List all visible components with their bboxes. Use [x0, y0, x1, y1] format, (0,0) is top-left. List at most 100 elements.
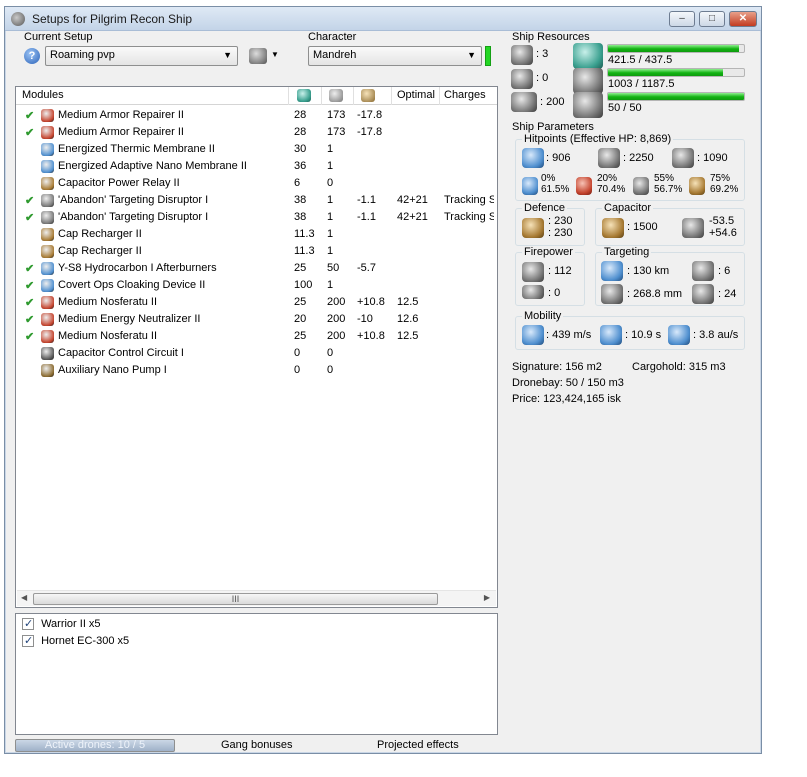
- ship-tools-icon: [249, 48, 267, 64]
- module-row[interactable]: ✔ Y-S8 Hydrocarbon I Afterburners 25 50 -5.7: [16, 260, 497, 277]
- chevron-down-icon: ▼: [271, 50, 279, 59]
- module-row[interactable]: ✔ 'Abandon' Targeting Disruptor I 38 1 -1.1 4…: [16, 192, 497, 209]
- module-powergrid: 1: [327, 194, 334, 206]
- armor-icon: [598, 148, 620, 168]
- drone-item[interactable]: Hornet EC-300 x5: [22, 634, 129, 648]
- character-status-indicator: [485, 46, 491, 66]
- signature-value: Signature: 156 m2: [512, 361, 602, 373]
- align-time: : 10.9 s: [625, 329, 662, 341]
- align-time-icon: [600, 325, 622, 345]
- column-charges[interactable]: Charges: [444, 89, 486, 103]
- character-select-value: Mandreh: [313, 49, 357, 61]
- module-capacitor: -10: [357, 313, 373, 325]
- module-row[interactable]: ✔ 'Abandon' Targeting Disruptor I 38 1 -1.1 4…: [16, 209, 497, 226]
- module-icon: [41, 296, 54, 309]
- character-select[interactable]: Mandreh ▼: [308, 46, 482, 66]
- hitpoints-group: Hitpoints (Effective HP: 8,869) : 906 : …: [515, 133, 745, 201]
- kinetic-resist-icon: [633, 177, 649, 195]
- scan-resolution: : 268.8 mm: [627, 288, 683, 300]
- fitted-check-icon: ✔: [25, 212, 35, 224]
- scroll-left-icon[interactable]: ◀: [21, 593, 27, 602]
- gang-bonuses-link[interactable]: Gang bonuses: [221, 739, 293, 751]
- active-drones-bar: Active drones: 10 / 5: [15, 739, 175, 752]
- turret-dps-icon: [522, 262, 544, 282]
- column-powergrid-icon[interactable]: [329, 89, 343, 102]
- help-icon[interactable]: ?: [24, 48, 40, 64]
- fitted-check-icon: ✔: [25, 297, 35, 309]
- drone-item[interactable]: Warrior II x5: [22, 617, 101, 631]
- scroll-right-icon[interactable]: ▶: [484, 593, 490, 602]
- drones-list[interactable]: Warrior II x5 Hornet EC-300 x5: [15, 613, 498, 735]
- module-icon: [41, 313, 54, 326]
- module-capacitor: -17.8: [357, 126, 383, 138]
- close-button[interactable]: ✕: [729, 11, 757, 27]
- setup-select[interactable]: Roaming pvp ▼: [45, 46, 238, 66]
- price-value: Price: 123,424,165 isk: [512, 393, 621, 405]
- cpu-bar-fill: [608, 45, 739, 52]
- module-row[interactable]: ✔ Medium Nosferatu II 25 200 +10.8 12.5: [16, 294, 497, 311]
- module-name: Medium Armor Repairer II: [58, 109, 184, 121]
- module-row[interactable]: ✔ Covert Ops Cloaking Device II 100 1: [16, 277, 497, 294]
- thermal-resist-b: 70.4%: [597, 184, 626, 195]
- maximize-button[interactable]: □: [699, 11, 725, 27]
- module-powergrid: 0: [327, 177, 334, 189]
- module-cpu: 28: [294, 126, 307, 138]
- mobility-title: Mobility: [522, 310, 564, 322]
- fitted-check-icon: ✔: [25, 314, 35, 326]
- module-name: Capacitor Control Circuit I: [58, 347, 184, 359]
- modules-list[interactable]: Modules Optimal Charges ✔ Medium Armor Re…: [15, 86, 498, 608]
- module-row[interactable]: Energized Adaptive Nano Membrane II 36 1: [16, 158, 497, 175]
- title-bar[interactable]: Setups for Pilgrim Recon Ship – □ ✕: [5, 7, 761, 31]
- module-cpu: 11.3: [294, 228, 315, 240]
- max-targets: : 6: [718, 265, 731, 277]
- module-row[interactable]: ✔ Medium Nosferatu II 25 200 +10.8 12.5: [16, 328, 497, 345]
- defence-group: Defence : 230 : 230: [515, 202, 585, 246]
- drone-checkbox[interactable]: [22, 617, 34, 631]
- projected-effects-link[interactable]: Projected effects: [377, 739, 459, 751]
- column-cpu-icon[interactable]: [297, 89, 311, 102]
- module-row[interactable]: Cap Recharger II 11.3 1: [16, 226, 497, 243]
- module-name: Cap Recharger II: [58, 245, 142, 257]
- module-cpu: 6: [294, 177, 301, 189]
- module-cpu: 28: [294, 109, 307, 121]
- module-powergrid: 173: [327, 126, 346, 138]
- module-row[interactable]: Capacitor Control Circuit I 0 0: [16, 345, 497, 362]
- column-modules[interactable]: Modules: [22, 89, 64, 103]
- module-row[interactable]: Cap Recharger II 11.3 1: [16, 243, 497, 260]
- column-capacitor-icon[interactable]: [361, 89, 375, 102]
- module-icon: [41, 143, 54, 156]
- capacitor-recharge: +54.6: [709, 227, 737, 239]
- module-cpu: 25: [294, 262, 307, 274]
- module-row[interactable]: Auxiliary Nano Pump I 0 0: [16, 362, 497, 379]
- module-name: Energized Thermic Membrane II: [58, 143, 215, 155]
- module-capacitor: +10.8: [357, 330, 385, 342]
- setup-options-button[interactable]: ▼: [249, 48, 283, 64]
- column-optimal[interactable]: Optimal: [397, 89, 435, 103]
- modules-horizontal-scrollbar[interactable]: ◀ III ▶: [17, 590, 496, 606]
- module-cpu: 100: [294, 279, 313, 291]
- module-powergrid: 200: [327, 330, 346, 342]
- hitpoints-title: Hitpoints (Effective HP: 8,869): [522, 133, 674, 145]
- module-row[interactable]: ✔ Medium Energy Neutralizer II 20 200 -10 12.…: [16, 311, 497, 328]
- scrollbar-thumb[interactable]: III: [33, 593, 438, 605]
- defence-line2: : 230: [548, 227, 573, 239]
- dronebay-value: Dronebay: 50 / 150 m3: [512, 377, 624, 389]
- targeting-group: Targeting : 130 km : 6 : 268.8 mm : 24: [595, 246, 745, 306]
- module-row[interactable]: ✔ Medium Armor Repairer II 28 173 -17.8: [16, 124, 497, 141]
- drone-bandwidth-value: 50 / 50: [608, 102, 642, 114]
- module-capacitor: -17.8: [357, 109, 383, 121]
- drone-checkbox[interactable]: [22, 634, 34, 648]
- capacitor-group: Capacitor : 1500 -53.5 +54.6: [595, 202, 745, 246]
- minimize-button[interactable]: –: [669, 11, 695, 27]
- module-powergrid: 1: [327, 160, 334, 172]
- module-row[interactable]: Energized Thermic Membrane II 30 1: [16, 141, 497, 158]
- capacitor-use: -53.5: [709, 215, 735, 227]
- module-row[interactable]: Capacitor Power Relay II 6 0: [16, 175, 497, 192]
- module-icon: [41, 330, 54, 343]
- cpu-bar: [607, 44, 745, 53]
- module-row[interactable]: ✔ Medium Armor Repairer II 28 173 -17.8: [16, 107, 497, 124]
- app-icon: [11, 12, 25, 26]
- column-separator: [321, 87, 322, 105]
- module-icon: [41, 177, 54, 190]
- module-name: Y-S8 Hydrocarbon I Afterburners: [58, 262, 217, 274]
